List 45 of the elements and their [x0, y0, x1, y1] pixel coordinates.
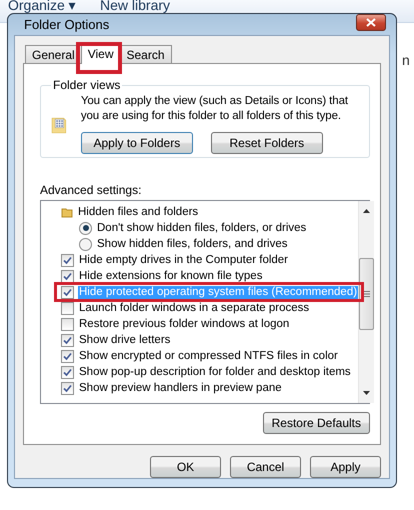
setting-label[interactable]: Hide extensions for known file types [78, 270, 264, 282]
checkbox[interactable] [61, 254, 74, 266]
checkbox[interactable] [61, 366, 74, 378]
grip-icon [363, 291, 370, 297]
advanced-settings-label: Advanced settings: [40, 183, 142, 197]
organize-menu[interactable]: Organize ▾ [8, 0, 76, 13]
checkbox[interactable] [61, 334, 74, 346]
scroll-down-icon[interactable] [363, 391, 370, 395]
radio-button[interactable] [79, 238, 92, 250]
folder-views-description: You can apply the view (such as Details or Icons) that you are using for this folder to all folders of this type. [80, 94, 349, 124]
dialog-button[interactable]: OK [150, 456, 221, 478]
setting-label[interactable]: Show pop-up description for folder and desktop items [78, 366, 352, 378]
checkbox[interactable] [61, 302, 74, 314]
tab[interactable]: General [25, 45, 82, 64]
group-title: Folder views [52, 78, 122, 92]
folder-view-button[interactable]: Reset Folders [210, 132, 323, 154]
folder-icon [61, 206, 73, 218]
tab[interactable]: Search [120, 45, 172, 64]
setting-label[interactable]: Show preview handlers in preview pane [78, 382, 283, 394]
setting-label[interactable]: Show hidden files, folders, and drives [96, 238, 288, 250]
setting-label[interactable]: Show encrypted or compressed NTFS files in color [78, 350, 339, 362]
dialog-button[interactable]: Apply [310, 456, 381, 478]
radio-button[interactable] [79, 222, 92, 234]
setting-label[interactable]: Restore previous folder windows at logon [78, 318, 290, 330]
setting-label[interactable]: Hide empty drives in the Computer folder [78, 254, 290, 266]
dialog-button[interactable]: Cancel [230, 456, 301, 478]
restore-defaults-button[interactable]: Restore Defaults [262, 412, 370, 434]
checkbox[interactable] [61, 318, 74, 330]
column-header: n [402, 52, 410, 68]
folder-view-button[interactable]: Apply to Folders [80, 132, 193, 154]
setting-label[interactable]: Show drive letters [78, 334, 172, 346]
scroll-up-icon[interactable] [363, 209, 370, 213]
highlight-frame [76, 42, 122, 74]
close-button[interactable] [356, 14, 386, 31]
close-icon [366, 18, 376, 27]
checkbox[interactable] [61, 382, 74, 394]
setting-label[interactable]: Launch folder windows in a separate process [78, 302, 310, 314]
new-library-button[interactable]: New library [100, 0, 170, 13]
scrollbar[interactable] [358, 201, 374, 403]
window-title: Folder Options [24, 17, 110, 32]
setting-label[interactable]: Hidden files and folders [77, 206, 200, 218]
checkbox[interactable] [61, 270, 74, 282]
checkbox[interactable] [61, 286, 74, 298]
setting-label[interactable]: Don't show hidden files, folders, or drives [96, 222, 308, 234]
checkbox[interactable] [61, 350, 74, 362]
